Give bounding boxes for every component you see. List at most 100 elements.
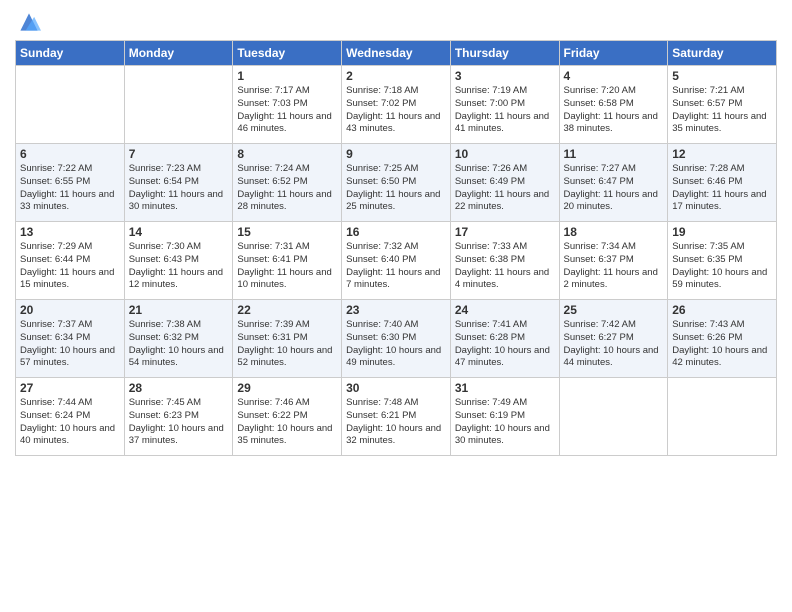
calendar-cell: 27 Sunrise: 7:44 AM Sunset: 6:24 PM Dayli…: [16, 378, 125, 456]
calendar-week-row: 20Sunrise: 7:37 AM Sunset: 6:34 PM Dayli…: [16, 300, 777, 378]
day-number: 26: [672, 303, 772, 317]
day-number: 8: [237, 147, 337, 161]
calendar-cell: [668, 378, 777, 456]
calendar-cell: 18 Sunrise: 7:34 AM Sunset: 6:37 PM Dayli…: [559, 222, 668, 300]
page: SundayMondayTuesdayWednesdayThursdayFrid…: [0, 0, 792, 612]
day-number: 28: [129, 381, 229, 395]
calendar-cell: [559, 378, 668, 456]
day-info: Sunrise: 7:27 AM Sunset: 6:47 PM Dayligh…: [564, 163, 664, 214]
day-info: Sunrise: 7:24 AM Sunset: 6:52 PM Dayligh…: [237, 163, 337, 214]
day-number: 3: [455, 69, 555, 83]
day-info: Sunrise: 7:45 AM Sunset: 6:23 PM Dayligh…: [129, 397, 229, 448]
calendar-cell: 17 Sunrise: 7:33 AM Sunset: 6:38 PM Dayli…: [450, 222, 559, 300]
col-header-friday: Friday: [559, 41, 668, 66]
day-info: Sunrise: 7:18 AM Sunset: 7:02 PM Dayligh…: [346, 85, 446, 136]
calendar-week-row: 1Sunrise: 7:17 AM Sunset: 7:03 PM Daylig…: [16, 66, 777, 144]
col-header-saturday: Saturday: [668, 41, 777, 66]
day-number: 10: [455, 147, 555, 161]
calendar-header-row: SundayMondayTuesdayWednesdayThursdayFrid…: [16, 41, 777, 66]
day-info: Sunrise: 7:20 AM Sunset: 6:58 PM Dayligh…: [564, 85, 664, 136]
col-header-thursday: Thursday: [450, 41, 559, 66]
day-number: 14: [129, 225, 229, 239]
calendar-table: SundayMondayTuesdayWednesdayThursdayFrid…: [15, 40, 777, 456]
day-info: Sunrise: 7:44 AM Sunset: 6:24 PM Dayligh…: [20, 397, 120, 448]
calendar-week-row: 6 Sunrise: 7:22 AM Sunset: 6:55 PM Daylig…: [16, 144, 777, 222]
calendar-cell: 24 Sunrise: 7:41 AM Sunset: 6:28 PM Dayli…: [450, 300, 559, 378]
day-number: 18: [564, 225, 664, 239]
calendar-cell: [16, 66, 125, 144]
calendar-cell: 9 Sunrise: 7:25 AM Sunset: 6:50 PM Daylig…: [342, 144, 451, 222]
day-info: Sunrise: 7:32 AM Sunset: 6:40 PM Dayligh…: [346, 241, 446, 292]
calendar-cell: 15 Sunrise: 7:31 AM Sunset: 6:41 PM Dayli…: [233, 222, 342, 300]
calendar-cell: 19 Sunrise: 7:35 AM Sunset: 6:35 PM Dayli…: [668, 222, 777, 300]
calendar-cell: 21Sunrise: 7:38 AM Sunset: 6:32 PM Dayli…: [124, 300, 233, 378]
calendar-cell: 10 Sunrise: 7:26 AM Sunset: 6:49 PM Dayli…: [450, 144, 559, 222]
calendar-cell: 5Sunrise: 7:21 AM Sunset: 6:57 PM Daylig…: [668, 66, 777, 144]
day-info: Sunrise: 7:49 AM Sunset: 6:19 PM Dayligh…: [455, 397, 555, 448]
day-number: 15: [237, 225, 337, 239]
day-info: Sunrise: 7:37 AM Sunset: 6:34 PM Dayligh…: [20, 319, 120, 370]
day-info: Sunrise: 7:41 AM Sunset: 6:28 PM Dayligh…: [455, 319, 555, 370]
day-number: 16: [346, 225, 446, 239]
day-info: Sunrise: 7:33 AM Sunset: 6:38 PM Dayligh…: [455, 241, 555, 292]
day-number: 9: [346, 147, 446, 161]
day-info: Sunrise: 7:48 AM Sunset: 6:21 PM Dayligh…: [346, 397, 446, 448]
calendar-cell: 11 Sunrise: 7:27 AM Sunset: 6:47 PM Dayli…: [559, 144, 668, 222]
calendar-cell: 7 Sunrise: 7:23 AM Sunset: 6:54 PM Daylig…: [124, 144, 233, 222]
day-info: Sunrise: 7:23 AM Sunset: 6:54 PM Dayligh…: [129, 163, 229, 214]
day-info: Sunrise: 7:34 AM Sunset: 6:37 PM Dayligh…: [564, 241, 664, 292]
calendar-cell: 3Sunrise: 7:19 AM Sunset: 7:00 PM Daylig…: [450, 66, 559, 144]
calendar-cell: 6 Sunrise: 7:22 AM Sunset: 6:55 PM Daylig…: [16, 144, 125, 222]
day-info: Sunrise: 7:39 AM Sunset: 6:31 PM Dayligh…: [237, 319, 337, 370]
calendar-cell: [124, 66, 233, 144]
day-number: 17: [455, 225, 555, 239]
day-info: Sunrise: 7:26 AM Sunset: 6:49 PM Dayligh…: [455, 163, 555, 214]
calendar-cell: 29 Sunrise: 7:46 AM Sunset: 6:22 PM Dayli…: [233, 378, 342, 456]
day-info: Sunrise: 7:17 AM Sunset: 7:03 PM Dayligh…: [237, 85, 337, 136]
calendar-week-row: 27 Sunrise: 7:44 AM Sunset: 6:24 PM Dayli…: [16, 378, 777, 456]
col-header-monday: Monday: [124, 41, 233, 66]
day-number: 31: [455, 381, 555, 395]
day-number: 29: [237, 381, 337, 395]
calendar-cell: 25Sunrise: 7:42 AM Sunset: 6:27 PM Dayli…: [559, 300, 668, 378]
calendar-cell: 26Sunrise: 7:43 AM Sunset: 6:26 PM Dayli…: [668, 300, 777, 378]
calendar-cell: 28 Sunrise: 7:45 AM Sunset: 6:23 PM Dayli…: [124, 378, 233, 456]
day-number: 4: [564, 69, 664, 83]
calendar-cell: 16 Sunrise: 7:32 AM Sunset: 6:40 PM Dayli…: [342, 222, 451, 300]
col-header-wednesday: Wednesday: [342, 41, 451, 66]
calendar-cell: 30 Sunrise: 7:48 AM Sunset: 6:21 PM Dayli…: [342, 378, 451, 456]
day-number: 11: [564, 147, 664, 161]
calendar-cell: 13 Sunrise: 7:29 AM Sunset: 6:44 PM Dayli…: [16, 222, 125, 300]
day-number: 5: [672, 69, 772, 83]
calendar-cell: 8 Sunrise: 7:24 AM Sunset: 6:52 PM Daylig…: [233, 144, 342, 222]
day-number: 12: [672, 147, 772, 161]
day-info: Sunrise: 7:25 AM Sunset: 6:50 PM Dayligh…: [346, 163, 446, 214]
day-number: 7: [129, 147, 229, 161]
logo: [15, 10, 41, 34]
day-info: Sunrise: 7:30 AM Sunset: 6:43 PM Dayligh…: [129, 241, 229, 292]
header: [15, 10, 777, 34]
day-number: 30: [346, 381, 446, 395]
day-number: 13: [20, 225, 120, 239]
calendar-cell: 12Sunrise: 7:28 AM Sunset: 6:46 PM Dayli…: [668, 144, 777, 222]
day-info: Sunrise: 7:46 AM Sunset: 6:22 PM Dayligh…: [237, 397, 337, 448]
col-header-sunday: Sunday: [16, 41, 125, 66]
day-number: 6: [20, 147, 120, 161]
col-header-tuesday: Tuesday: [233, 41, 342, 66]
day-info: Sunrise: 7:22 AM Sunset: 6:55 PM Dayligh…: [20, 163, 120, 214]
day-info: Sunrise: 7:31 AM Sunset: 6:41 PM Dayligh…: [237, 241, 337, 292]
day-info: Sunrise: 7:40 AM Sunset: 6:30 PM Dayligh…: [346, 319, 446, 370]
calendar-cell: 23Sunrise: 7:40 AM Sunset: 6:30 PM Dayli…: [342, 300, 451, 378]
day-info: Sunrise: 7:29 AM Sunset: 6:44 PM Dayligh…: [20, 241, 120, 292]
day-number: 19: [672, 225, 772, 239]
calendar-cell: 1Sunrise: 7:17 AM Sunset: 7:03 PM Daylig…: [233, 66, 342, 144]
calendar-cell: 2Sunrise: 7:18 AM Sunset: 7:02 PM Daylig…: [342, 66, 451, 144]
day-number: 24: [455, 303, 555, 317]
day-info: Sunrise: 7:38 AM Sunset: 6:32 PM Dayligh…: [129, 319, 229, 370]
logo-icon: [17, 10, 41, 34]
day-number: 27: [20, 381, 120, 395]
calendar-week-row: 13 Sunrise: 7:29 AM Sunset: 6:44 PM Dayli…: [16, 222, 777, 300]
calendar-cell: 31 Sunrise: 7:49 AM Sunset: 6:19 PM Dayli…: [450, 378, 559, 456]
day-info: Sunrise: 7:35 AM Sunset: 6:35 PM Dayligh…: [672, 241, 772, 292]
calendar-cell: 22Sunrise: 7:39 AM Sunset: 6:31 PM Dayli…: [233, 300, 342, 378]
